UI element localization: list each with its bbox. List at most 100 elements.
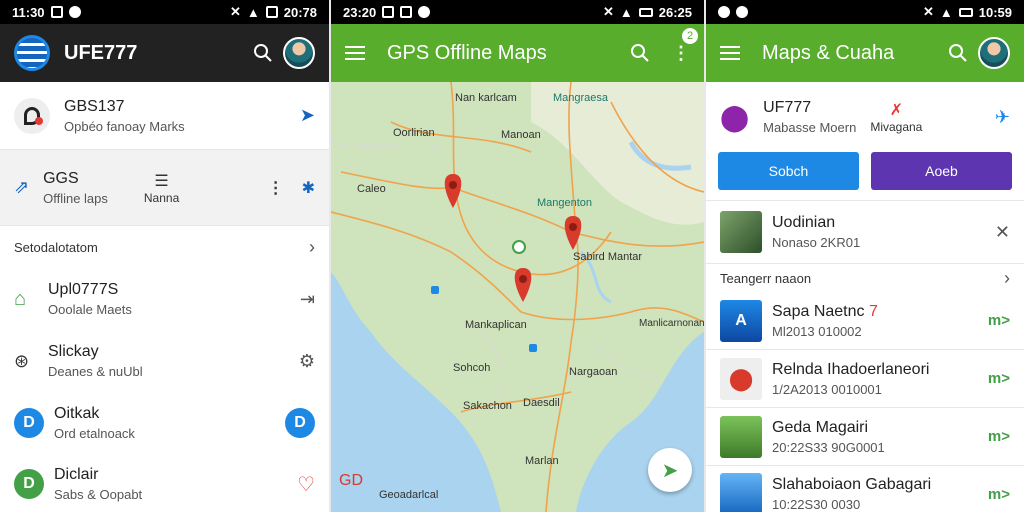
selected-subtitle: Offline laps bbox=[43, 190, 108, 206]
status-bar: 23:20 ✕ ▲ 26:25 bbox=[331, 0, 704, 24]
search-icon[interactable] bbox=[253, 43, 273, 63]
selected-item[interactable]: ⇗ GGS Offline laps ☰ Nanna ⋮ ✱ bbox=[0, 150, 329, 226]
app-thumbnail bbox=[720, 473, 762, 512]
item-title: Upl0777S bbox=[48, 281, 119, 298]
section-header[interactable]: Setodalotatom › bbox=[0, 226, 329, 268]
mute-icon: ✕ bbox=[602, 4, 614, 19]
signal-icon bbox=[265, 6, 278, 18]
mute-icon: ✕ bbox=[922, 4, 934, 19]
pin-icon bbox=[14, 97, 50, 134]
item-tag[interactable]: m> bbox=[988, 428, 1010, 445]
app-bar: GPS Offline Maps ⋮ 2 bbox=[331, 24, 704, 82]
app-thumbnail: A bbox=[720, 299, 762, 342]
map-label: Mangraesa bbox=[553, 92, 609, 104]
directions-icon: ✗ bbox=[889, 102, 904, 119]
list-item[interactable]: D Oitkak Ord etalnoack D bbox=[0, 392, 329, 454]
item-badge: 7 bbox=[868, 302, 878, 320]
notification-icon bbox=[68, 6, 81, 18]
map-view[interactable]: Nan karlcam Mangraesa Oorlirian Manoan C… bbox=[331, 82, 704, 512]
close-icon[interactable]: ✕ bbox=[995, 222, 1010, 243]
d-badge-icon[interactable]: D bbox=[285, 408, 315, 438]
wifi-icon: ▲ bbox=[246, 4, 260, 20]
avatar[interactable] bbox=[978, 37, 1010, 69]
map-label: Nargaoan bbox=[569, 366, 617, 378]
item-subtitle: 1/2A2013 0010001 bbox=[772, 381, 882, 397]
map-label: Mangenton bbox=[537, 197, 592, 209]
poi-marker[interactable] bbox=[431, 286, 439, 294]
action-item[interactable]: ☰ Nanna bbox=[144, 171, 179, 205]
app-logo bbox=[14, 35, 50, 71]
send-icon[interactable]: ✈ bbox=[995, 107, 1010, 128]
battery-icon bbox=[638, 7, 653, 17]
item-subtitle: Ml2013 010002 bbox=[772, 323, 862, 339]
item-subtitle: Sabs & Oopabt bbox=[54, 487, 143, 502]
gallery-icon bbox=[50, 6, 63, 18]
poi-marker[interactable] bbox=[529, 344, 537, 352]
list-item[interactable]: A Sapa Naetnc 7 Ml2013 010002 m> bbox=[706, 292, 1024, 350]
menu-icon[interactable] bbox=[345, 46, 365, 60]
info-title: UF777 bbox=[763, 99, 812, 116]
search-button[interactable]: Sobch bbox=[718, 152, 859, 190]
poi-marker[interactable] bbox=[512, 240, 526, 254]
status-right-time: 26:25 bbox=[658, 4, 692, 20]
map-label: Sohcoh bbox=[453, 362, 490, 374]
navigate-icon[interactable]: ➤ bbox=[300, 105, 315, 126]
map-label: Sakachon bbox=[463, 400, 512, 412]
photo-icon bbox=[400, 6, 413, 18]
list-item[interactable]: Slahaboiaon Gabagari 10:22S30 0030 m> bbox=[706, 466, 1024, 512]
section-header[interactable]: Teangerr naaon › bbox=[706, 264, 1024, 292]
item-tag[interactable]: m> bbox=[988, 312, 1010, 329]
list-item[interactable]: ⬤ Relnda Ihadoerlaneori 1/2A2013 0010001 … bbox=[706, 350, 1024, 408]
map-label: Caleo bbox=[357, 183, 386, 195]
app-title: Maps & Cuaha bbox=[762, 41, 895, 64]
app-thumbnail: ⬤ bbox=[720, 357, 762, 400]
route-icon[interactable]: ⇥ bbox=[300, 289, 315, 310]
item-subtitle: Ord etalnoack bbox=[54, 426, 135, 441]
heart-icon[interactable]: ♡ bbox=[297, 472, 315, 497]
selected-title: GGS bbox=[43, 169, 79, 187]
list-item[interactable]: Geda Magairi 20:22S33 90G0001 m> bbox=[706, 408, 1024, 466]
feature-label: Mivagana bbox=[870, 120, 923, 134]
section-label: Setodalotatom bbox=[14, 239, 98, 255]
list-item[interactable]: ⊛ Slickay Deanes & nuUbl ⚙ bbox=[0, 330, 329, 392]
app-bar: Maps & Cuaha bbox=[706, 24, 1024, 82]
more-icon[interactable]: ⋮ bbox=[672, 43, 690, 64]
avatar[interactable] bbox=[283, 37, 315, 69]
mute-icon: ✕ bbox=[229, 4, 241, 19]
add-button[interactable]: Aoeb bbox=[871, 152, 1012, 190]
item-title: Slahaboiaon Gabagari bbox=[772, 476, 932, 493]
item-title: Slickay bbox=[48, 343, 99, 360]
item-tag[interactable]: m> bbox=[988, 370, 1010, 387]
search-icon[interactable] bbox=[630, 43, 650, 63]
item-tag[interactable]: m> bbox=[988, 486, 1010, 503]
item-title: Diclair bbox=[54, 466, 99, 483]
list-item[interactable]: ⌂ Upl0777S Ooolale Maets ⇥ bbox=[0, 268, 329, 330]
maps-icon: ⇗ bbox=[14, 177, 30, 197]
menu-icon[interactable] bbox=[720, 46, 740, 60]
d-badge-icon: D bbox=[14, 408, 44, 438]
map-label: Geoadarlcal bbox=[379, 489, 438, 501]
section-label: Teangerr naaon bbox=[720, 270, 812, 286]
list-icon: ☰ bbox=[154, 172, 169, 190]
gear-icon[interactable]: ⚙ bbox=[299, 351, 315, 372]
feature-item[interactable]: ✗ Mivagana bbox=[870, 100, 922, 134]
item-subtitle: 10:22S30 0030 bbox=[772, 497, 861, 512]
location-icon bbox=[736, 6, 748, 18]
share-icon[interactable]: ✱ bbox=[302, 178, 315, 198]
map-canvas[interactable]: Nan karlcam Mangraesa Oorlirian Manoan C… bbox=[331, 82, 704, 512]
status-time: 23:20 bbox=[343, 4, 377, 20]
search-icon[interactable] bbox=[948, 43, 968, 63]
item-subtitle: 20:22S33 90G0001 bbox=[772, 439, 885, 455]
status-right-time: 20:78 bbox=[283, 4, 317, 20]
item-subtitle: Ooolale Maets bbox=[48, 302, 132, 317]
more-icon[interactable]: ⋮ bbox=[268, 178, 284, 198]
list-item[interactable]: D Diclair Sabs & Oopabt ♡ bbox=[0, 454, 329, 512]
info-card: ⬤ UF777 Mabasse Moern ✗ Mivagana ✈ bbox=[706, 82, 1024, 152]
account-item[interactable]: GBS137 Opbéo fanoay Marks ➤ bbox=[0, 82, 329, 150]
chevron-right-icon: › bbox=[309, 236, 315, 257]
app-title: GPS Offline Maps bbox=[387, 41, 547, 64]
recent-title: Uodinian bbox=[772, 214, 836, 231]
map-label: Manlicarnonan bbox=[639, 318, 704, 329]
navigate-fab[interactable]: ➤ bbox=[648, 448, 692, 492]
recent-item[interactable]: Uodinian Nonaso 2KR01 ✕ bbox=[706, 200, 1024, 264]
